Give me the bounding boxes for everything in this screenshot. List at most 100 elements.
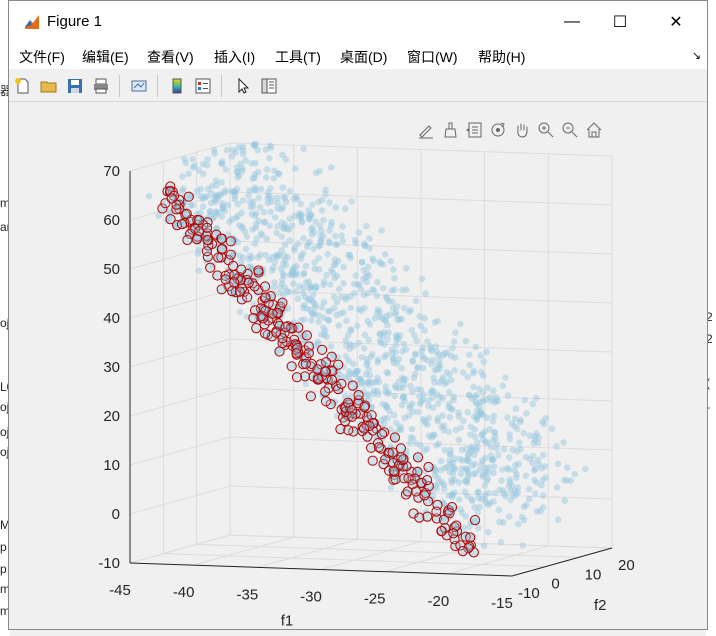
data-point <box>381 353 388 361</box>
data-point <box>506 454 513 461</box>
data-point <box>312 282 320 290</box>
data-point <box>200 170 207 178</box>
data-point <box>358 259 366 266</box>
data-point <box>320 216 327 224</box>
data-point <box>195 267 202 274</box>
data-point <box>342 296 350 303</box>
z-tick-label: -10 <box>98 555 120 572</box>
data-point <box>450 465 458 473</box>
data-point <box>233 169 241 176</box>
data-point <box>499 382 507 390</box>
data-point <box>316 242 324 249</box>
data-point <box>297 200 305 208</box>
data-point <box>455 496 463 503</box>
x-tick-label: -30 <box>300 589 322 606</box>
data-point <box>326 239 334 247</box>
data-point <box>286 237 294 244</box>
data-point-outlined <box>412 452 424 463</box>
data-point-outlined <box>388 465 399 476</box>
data-point <box>353 368 361 376</box>
data-point <box>487 397 495 405</box>
data-point <box>324 250 332 258</box>
data-point <box>364 270 371 277</box>
data-point <box>322 191 329 198</box>
data-point <box>407 306 415 314</box>
data-point-outlined <box>213 252 224 263</box>
data-point <box>523 410 530 417</box>
data-point <box>399 394 406 402</box>
data-point <box>321 327 329 334</box>
data-point <box>224 201 232 209</box>
data-point <box>335 285 343 293</box>
data-point <box>450 396 457 404</box>
data-point <box>465 391 473 399</box>
data-point <box>185 170 192 178</box>
data-point <box>303 279 310 286</box>
data-point <box>512 405 520 413</box>
z-tick-label: 70 <box>103 163 120 180</box>
data-point <box>441 380 449 388</box>
data-point-outlined <box>216 284 227 295</box>
data-point <box>374 306 382 313</box>
data-point <box>366 245 374 252</box>
data-point-outlined <box>457 546 468 557</box>
data-point-outlined <box>343 425 354 436</box>
y-axis-label: f2 <box>594 597 607 614</box>
data-point-outlined <box>253 265 264 276</box>
data-point-outlined <box>166 193 177 204</box>
data-point <box>457 505 464 513</box>
data-point <box>191 162 198 170</box>
x-tick-label: -35 <box>236 586 258 603</box>
data-point <box>520 503 528 511</box>
data-point <box>213 181 220 189</box>
data-point <box>332 204 340 211</box>
data-point <box>213 209 220 216</box>
data-point <box>326 308 334 315</box>
data-point <box>493 440 500 448</box>
data-point <box>318 304 326 311</box>
data-point <box>266 154 273 162</box>
data-point <box>413 337 420 345</box>
data-point <box>187 202 195 209</box>
data-point <box>248 254 256 261</box>
data-point <box>529 400 536 408</box>
data-point-outlined <box>389 432 400 443</box>
data-point <box>434 417 442 425</box>
data-point <box>504 392 512 399</box>
data-point <box>234 212 241 220</box>
plot-area[interactable]: -10010203040506070-45 -40 -35 -30 -25 -20 -15-… <box>0 0 716 636</box>
data-point <box>382 293 390 301</box>
data-point <box>449 344 456 352</box>
data-point <box>374 391 382 398</box>
data-point <box>356 375 364 383</box>
data-point <box>291 246 298 254</box>
data-point <box>272 214 279 221</box>
data-point-outlined <box>220 274 231 285</box>
data-point <box>316 222 324 230</box>
data-point-outlined <box>305 391 316 402</box>
data-point <box>327 164 335 171</box>
data-point <box>428 360 435 368</box>
data-point <box>497 539 505 546</box>
data-point <box>541 463 549 470</box>
data-point <box>308 317 315 324</box>
data-point <box>408 326 416 334</box>
data-point <box>267 144 275 152</box>
data-point-outlined <box>367 455 378 466</box>
data-point <box>483 348 490 356</box>
z-tick-label: 20 <box>103 408 120 425</box>
data-point <box>480 542 488 550</box>
data-point <box>374 356 382 363</box>
data-point <box>222 166 230 173</box>
data-point-outlined <box>243 277 254 288</box>
data-point-outlined <box>317 344 328 355</box>
data-point <box>560 476 568 484</box>
data-point <box>481 454 489 462</box>
data-point <box>239 167 246 175</box>
data-point <box>249 198 257 205</box>
data-point <box>490 456 497 463</box>
data-point <box>582 465 589 473</box>
data-point <box>461 488 469 496</box>
data-point <box>504 464 511 472</box>
data-point <box>236 308 244 316</box>
